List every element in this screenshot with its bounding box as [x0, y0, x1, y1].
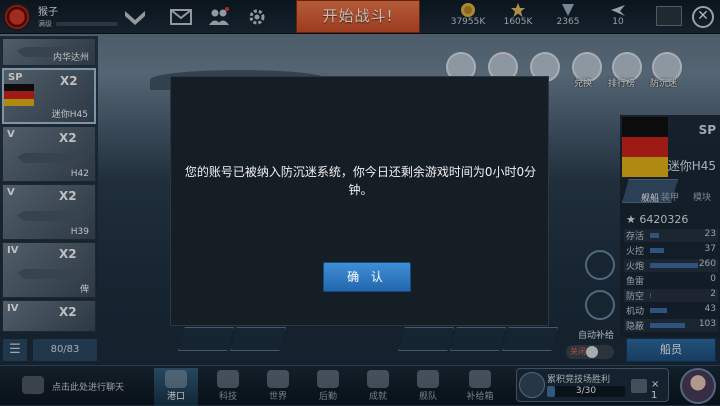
dialog-message: 您的账号已被纳入防沉迷系统，你今日还剩余游戏时间为0小时0分钟。 — [184, 165, 537, 197]
confirm-button[interactable]: 确 认 — [323, 262, 411, 292]
anti-addiction-dialog: 您的账号已被纳入防沉迷系统，你今日还剩余游戏时间为0小时0分钟。 确 认 — [170, 76, 549, 326]
